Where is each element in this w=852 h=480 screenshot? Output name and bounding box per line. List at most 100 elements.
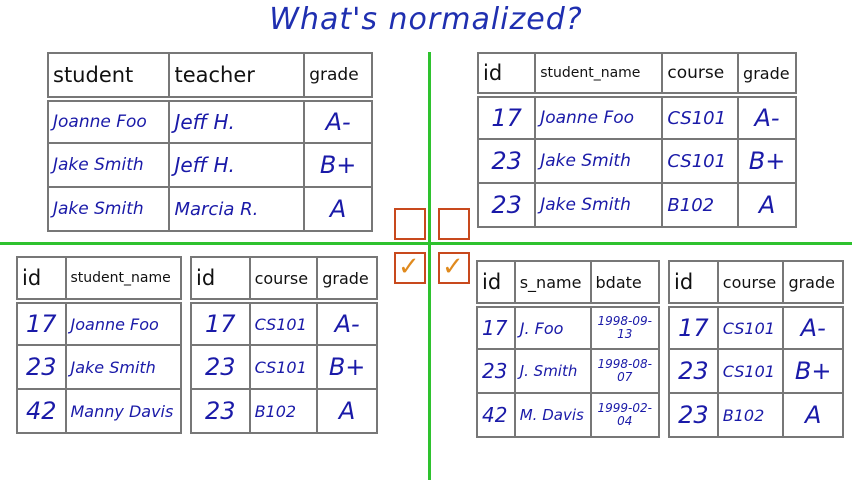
- checkbox-top-right[interactable]: [438, 208, 470, 240]
- cell: 42: [476, 392, 516, 438]
- col-header: grade: [737, 52, 797, 98]
- col-header: teacher: [168, 52, 306, 102]
- cell: B102: [248, 388, 319, 434]
- cell: B+: [782, 348, 844, 394]
- cell: A: [303, 186, 373, 232]
- cell: 17: [476, 304, 516, 350]
- page-title: What's normalized?: [269, 2, 583, 37]
- cell: Jake Smith: [534, 138, 664, 184]
- table-row: 23 CS101 B+: [190, 344, 378, 390]
- col-header: student_name: [64, 256, 182, 304]
- checkbox-top-left[interactable]: [394, 208, 426, 240]
- vertical-divider: [428, 52, 431, 480]
- cell: 17: [668, 304, 719, 350]
- cell: 23: [476, 348, 516, 394]
- cell: CS101: [248, 344, 319, 390]
- cell: 1998-08-07: [589, 348, 660, 394]
- checkbox-bottom-left[interactable]: ✓: [394, 252, 426, 284]
- table-row: 23 B102 A: [190, 388, 378, 434]
- table-row: 23 B102 A: [668, 392, 844, 438]
- col-header: course: [248, 256, 319, 304]
- col-header: s_name: [513, 260, 592, 308]
- cell: 23: [190, 388, 251, 434]
- table-row: Jake Smith Jeff H. B+: [46, 142, 373, 188]
- table-bottom-right-students: id s_name bdate 17 J. Foo 1998-09-13 23 …: [476, 260, 660, 438]
- table-row: 17 Joanne Foo CS101 A-: [476, 94, 797, 140]
- table-row: 23 Jake Smith B102 A: [476, 182, 797, 228]
- col-header: bdate: [589, 260, 660, 308]
- table-row: Joanne Foo Jeff H. A-: [46, 98, 373, 144]
- cell: Marcia R.: [168, 186, 306, 232]
- cell: B+: [737, 138, 797, 184]
- cell: Jake Smith: [46, 186, 171, 232]
- cell: Jake Smith: [64, 344, 182, 390]
- cell: CS101: [248, 300, 319, 346]
- cell: 1998-09-13: [589, 304, 660, 350]
- cell: CS101: [716, 348, 785, 394]
- horizontal-divider: [0, 242, 852, 245]
- table-row: 23 J. Smith 1998-08-07: [476, 348, 660, 394]
- col-header: grade: [782, 260, 844, 308]
- col-header: grade: [303, 52, 373, 102]
- cell: A: [782, 392, 844, 438]
- cell: 23: [16, 344, 67, 390]
- cell: 17: [16, 300, 67, 346]
- cell: Jeff H.: [168, 142, 306, 188]
- col-header: course: [716, 260, 785, 308]
- cell: 23: [476, 138, 537, 184]
- table-top-left: student teacher grade Joanne Foo Jeff H.…: [46, 52, 373, 232]
- cell: A-: [303, 98, 373, 144]
- col-header: id: [16, 256, 67, 304]
- cell: J. Smith: [513, 348, 592, 394]
- col-header: course: [661, 52, 740, 98]
- table-bottom-right-grades: id course grade 17 CS101 A- 23 CS101 B+ …: [668, 260, 844, 438]
- col-header: id: [668, 260, 719, 308]
- cell: Joanne Foo: [64, 300, 182, 346]
- table-bottom-left-students: id student_name 17 Joanne Foo 23 Jake Sm…: [16, 256, 182, 434]
- col-header: id: [476, 260, 516, 308]
- cell: A: [316, 388, 378, 434]
- cell: Jake Smith: [534, 182, 664, 228]
- cell: 17: [476, 94, 537, 140]
- table-top-right: id student_name course grade 17 Joanne F…: [476, 52, 797, 228]
- col-header: grade: [316, 256, 378, 304]
- cell: 23: [668, 392, 719, 438]
- cell: Joanne Foo: [534, 94, 664, 140]
- cell: A-: [782, 304, 844, 350]
- cell: A-: [316, 300, 378, 346]
- table-row: 17 CS101 A-: [190, 300, 378, 346]
- cell: 23: [190, 344, 251, 390]
- cell: B+: [303, 142, 373, 188]
- checkmark-icon: ✓: [442, 252, 464, 282]
- col-header: id: [476, 52, 537, 98]
- cell: CS101: [661, 138, 740, 184]
- cell: B102: [661, 182, 740, 228]
- cell: 1999-02-04: [589, 392, 660, 438]
- cell: A: [737, 182, 797, 228]
- checkbox-bottom-right[interactable]: ✓: [438, 252, 470, 284]
- table-row: 17 J. Foo 1998-09-13: [476, 304, 660, 350]
- col-header: student: [46, 52, 171, 102]
- cell: 23: [476, 182, 537, 228]
- table-row: Jake Smith Marcia R. A: [46, 186, 373, 232]
- cell: 23: [668, 348, 719, 394]
- cell: A-: [737, 94, 797, 140]
- cell: B102: [716, 392, 785, 438]
- col-header: student_name: [534, 52, 664, 98]
- cell: 42: [16, 388, 67, 434]
- table-row: 23 Jake Smith CS101 B+: [476, 138, 797, 184]
- table-row: 17 Joanne Foo: [16, 300, 182, 346]
- checkmark-icon: ✓: [398, 252, 420, 282]
- cell: Jake Smith: [46, 142, 171, 188]
- table-row: 23 CS101 B+: [668, 348, 844, 394]
- col-header: id: [190, 256, 251, 304]
- cell: CS101: [661, 94, 740, 140]
- cell: 17: [190, 300, 251, 346]
- table-row: 42 Manny Davis: [16, 388, 182, 434]
- cell: J. Foo: [513, 304, 592, 350]
- cell: CS101: [716, 304, 785, 350]
- cell: Joanne Foo: [46, 98, 171, 144]
- table-bottom-left-grades: id course grade 17 CS101 A- 23 CS101 B+ …: [190, 256, 378, 434]
- cell: Manny Davis: [64, 388, 182, 434]
- table-row: 42 M. Davis 1999-02-04: [476, 392, 660, 438]
